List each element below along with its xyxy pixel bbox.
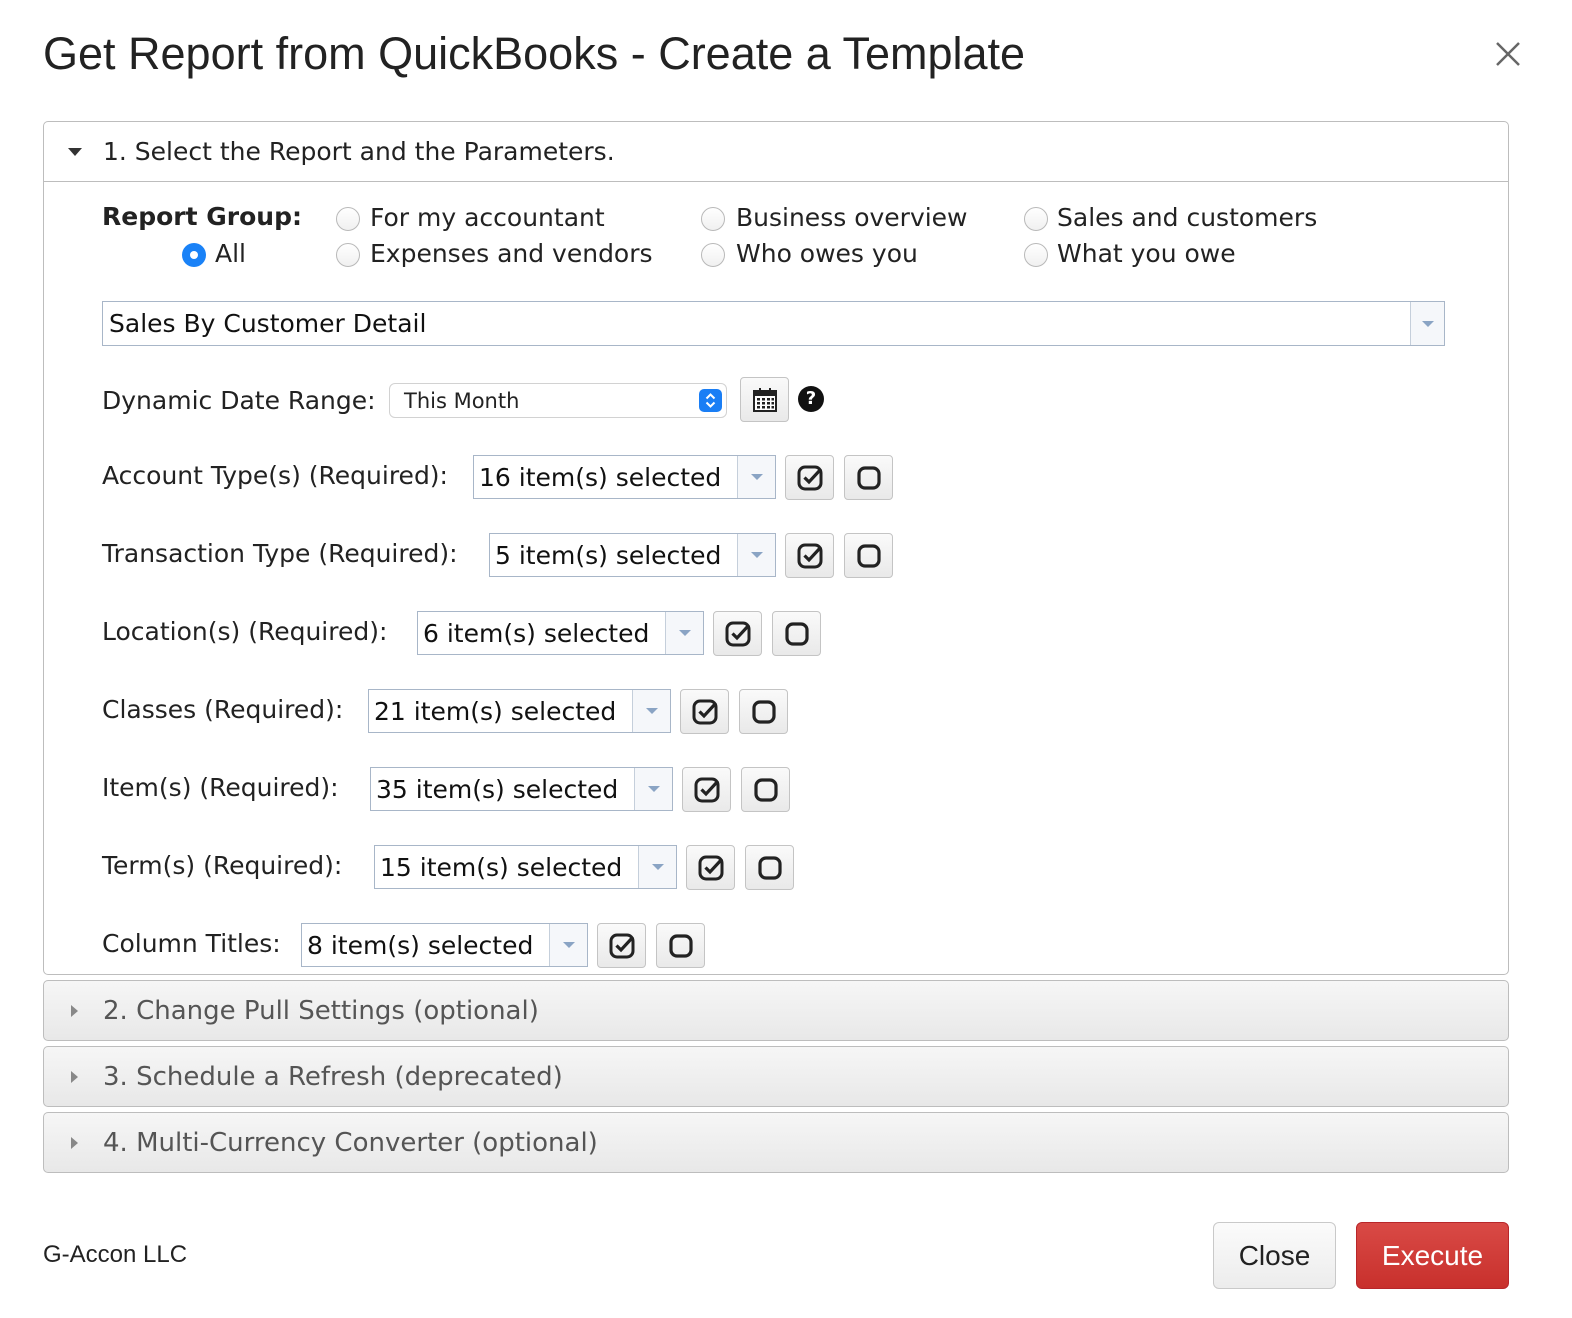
chevron-down-icon[interactable] <box>737 534 775 576</box>
check-square-icon <box>698 855 723 880</box>
radio-business-overview-label: Business overview <box>736 203 968 232</box>
caret-right-icon <box>71 1005 78 1017</box>
multiselect-value: 21 item(s) selected <box>374 697 617 726</box>
help-icon[interactable]: ? <box>798 386 824 412</box>
close-icon[interactable] <box>1488 34 1528 74</box>
radio-sales-and-customers[interactable] <box>1024 207 1048 231</box>
select-all-button[interactable] <box>785 455 834 500</box>
locations-multiselect[interactable]: 6 item(s) selected <box>417 611 704 655</box>
check-square-icon <box>797 543 822 568</box>
section-header-1[interactable]: 1. Select the Report and the Parameters. <box>44 122 1508 182</box>
chevron-down-icon[interactable] <box>638 846 676 888</box>
square-icon <box>753 777 778 802</box>
select-stepper-icon <box>699 389 722 412</box>
radio-who-owes-you-label: Who owes you <box>736 239 918 268</box>
report-group-label: Report Group: <box>102 202 302 231</box>
square-icon <box>784 621 809 646</box>
param-label-transaction-type: Transaction Type (Required): <box>102 539 458 568</box>
deselect-all-button[interactable] <box>741 767 790 812</box>
radio-expenses-and-vendors-label: Expenses and vendors <box>370 239 653 268</box>
dialog-title: Get Report from QuickBooks - Create a Te… <box>43 28 1026 79</box>
check-square-icon <box>609 933 634 958</box>
close-button[interactable]: Close <box>1213 1222 1336 1289</box>
deselect-all-button[interactable] <box>739 689 788 734</box>
date-range-label: Dynamic Date Range: <box>102 386 376 415</box>
param-label-column-titles: Column Titles: <box>102 929 281 958</box>
check-square-icon <box>797 465 822 490</box>
select-all-button[interactable] <box>682 767 731 812</box>
deselect-all-button[interactable] <box>772 611 821 656</box>
section-header-4[interactable]: 4. Multi-Currency Converter (optional) <box>43 1112 1509 1173</box>
column-titles-multiselect[interactable]: 8 item(s) selected <box>301 923 588 967</box>
chevron-down-icon[interactable] <box>549 924 587 966</box>
section-title: 3. Schedule a Refresh (deprecated) <box>103 1062 563 1092</box>
classes-multiselect[interactable]: 21 item(s) selected <box>368 689 671 733</box>
radio-for-my-accountant[interactable] <box>336 207 360 231</box>
deselect-all-button[interactable] <box>844 533 893 578</box>
date-range-value: This Month <box>404 389 520 413</box>
multiselect-value: 5 item(s) selected <box>495 541 722 570</box>
section-title: 1. Select the Report and the Parameters. <box>103 137 615 166</box>
deselect-all-button[interactable] <box>656 923 705 968</box>
square-icon <box>751 699 776 724</box>
report-select-value: Sales By Customer Detail <box>109 309 427 338</box>
caret-right-icon <box>71 1137 78 1149</box>
radio-who-owes-you[interactable] <box>701 243 725 267</box>
multiselect-value: 15 item(s) selected <box>380 853 623 882</box>
chevron-down-icon[interactable] <box>737 456 775 498</box>
check-square-icon <box>725 621 750 646</box>
items-multiselect[interactable]: 35 item(s) selected <box>370 767 673 811</box>
radio-all-label: All <box>215 239 246 268</box>
chevron-down-icon[interactable] <box>665 612 703 654</box>
calendar-icon <box>752 387 777 412</box>
calendar-button[interactable] <box>740 377 789 422</box>
param-label-terms: Term(s) (Required): <box>102 851 343 880</box>
param-label-items: Item(s) (Required): <box>102 773 339 802</box>
param-label-account-types: Account Type(s) (Required): <box>102 461 448 490</box>
account-types-multiselect[interactable]: 16 item(s) selected <box>473 455 776 499</box>
select-all-button[interactable] <box>686 845 735 890</box>
section-header-3[interactable]: 3. Schedule a Refresh (deprecated) <box>43 1046 1509 1107</box>
multiselect-value: 6 item(s) selected <box>423 619 650 648</box>
select-all-button[interactable] <box>785 533 834 578</box>
radio-all[interactable] <box>182 243 206 267</box>
radio-what-you-owe-label: What you owe <box>1057 239 1236 268</box>
param-label-classes: Classes (Required): <box>102 695 344 724</box>
chevron-down-icon[interactable] <box>1410 302 1444 345</box>
param-label-locations: Location(s) (Required): <box>102 617 388 646</box>
chevron-down-icon[interactable] <box>632 690 670 732</box>
radio-business-overview[interactable] <box>701 207 725 231</box>
deselect-all-button[interactable] <box>745 845 794 890</box>
chevron-down-icon[interactable] <box>634 768 672 810</box>
radio-what-you-owe[interactable] <box>1024 243 1048 267</box>
multiselect-value: 16 item(s) selected <box>479 463 722 492</box>
square-icon <box>757 855 782 880</box>
check-square-icon <box>692 699 717 724</box>
date-range-select[interactable]: This Month <box>389 383 727 418</box>
square-icon <box>856 543 881 568</box>
multiselect-value: 8 item(s) selected <box>307 931 534 960</box>
radio-for-my-accountant-label: For my accountant <box>370 203 605 232</box>
radio-expenses-and-vendors[interactable] <box>336 243 360 267</box>
brand-label: G-Accon LLC <box>43 1241 188 1268</box>
check-square-icon <box>694 777 719 802</box>
select-all-button[interactable] <box>597 923 646 968</box>
execute-button[interactable]: Execute <box>1356 1222 1509 1289</box>
radio-sales-and-customers-label: Sales and customers <box>1057 203 1318 232</box>
square-icon <box>668 933 693 958</box>
section-title: 2. Change Pull Settings (optional) <box>103 996 539 1026</box>
multiselect-value: 35 item(s) selected <box>376 775 619 804</box>
select-all-button[interactable] <box>713 611 762 656</box>
deselect-all-button[interactable] <box>844 455 893 500</box>
select-all-button[interactable] <box>680 689 729 734</box>
caret-down-icon <box>68 148 82 156</box>
terms-multiselect[interactable]: 15 item(s) selected <box>374 845 677 889</box>
section-header-2[interactable]: 2. Change Pull Settings (optional) <box>43 980 1509 1041</box>
square-icon <box>856 465 881 490</box>
caret-right-icon <box>71 1071 78 1083</box>
transaction-type-multiselect[interactable]: 5 item(s) selected <box>489 533 776 577</box>
section-title: 4. Multi-Currency Converter (optional) <box>103 1128 598 1158</box>
report-select[interactable]: Sales By Customer Detail <box>102 301 1445 346</box>
